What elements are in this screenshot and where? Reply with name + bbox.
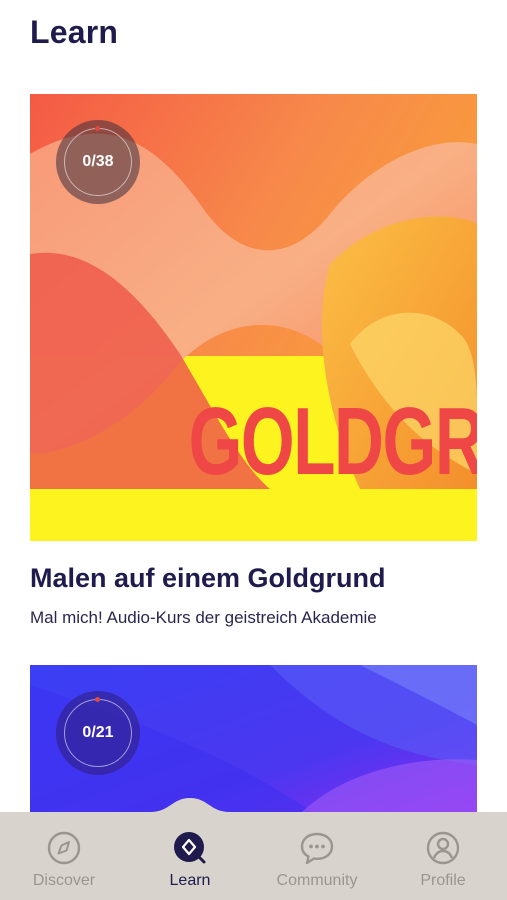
learn-icon	[172, 830, 208, 866]
cover-title-text: GOLDGR	[188, 388, 477, 495]
user-icon	[425, 830, 461, 866]
progress-count: 0/38	[82, 153, 114, 170]
course-card[interactable]: 0/21	[30, 665, 477, 825]
course-cover-image[interactable]: GOLDGR 0/38	[30, 94, 477, 541]
page-title: Learn	[30, 14, 119, 50]
tab-label: Discover	[32, 872, 96, 889]
course-cover-image[interactable]: 0/21	[30, 665, 477, 825]
progress-ring: 0/21	[56, 691, 140, 775]
tab-profile[interactable]: Profile	[380, 812, 506, 900]
progress-count: 0/21	[82, 724, 114, 741]
course-title[interactable]: Malen auf einem Goldgrund	[30, 563, 477, 594]
tab-label: Profile	[420, 872, 466, 889]
tab-label: Community	[276, 872, 358, 889]
tab-community[interactable]: Community	[254, 812, 380, 900]
tab-label: Learn	[169, 872, 211, 889]
chat-bubble-icon	[299, 830, 335, 866]
progress-ring: 0/38	[56, 120, 140, 204]
course-card[interactable]: GOLDGR 0/38 Malen auf einem Goldgrund Ma…	[30, 94, 477, 628]
bottom-tab-bar: Discover Learn Community Profile	[0, 798, 507, 900]
tab-discover[interactable]: Discover	[1, 812, 127, 900]
course-subtitle: Mal mich! Audio-Kurs der geistreich Akad…	[30, 608, 377, 627]
compass-icon	[46, 830, 82, 866]
tab-learn[interactable]: Learn	[127, 812, 253, 900]
